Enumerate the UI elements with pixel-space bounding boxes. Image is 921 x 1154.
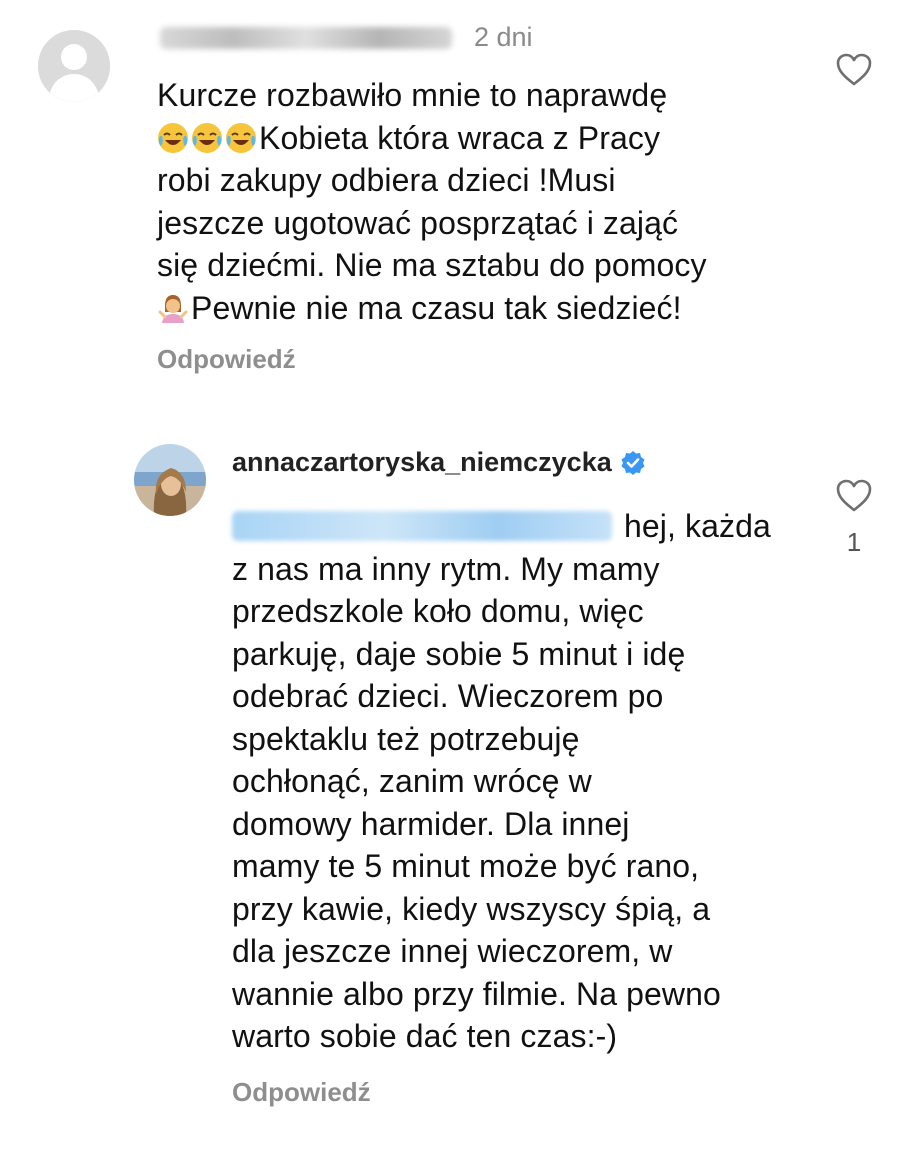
comment-line-text: Kobieta która wraca z Pracy	[259, 119, 661, 156]
comment-line-text: Pewnie nie ma czasu tak siedzieć!	[191, 289, 682, 326]
comment-text: hej, każda z nas ma inny rytm. My mamy p…	[232, 505, 771, 1058]
comment-line: ochłonąć, zanim wrócę w	[232, 763, 592, 799]
comment-line: się dziećmi. Nie ma sztabu do pomocy	[157, 247, 707, 283]
comment-line: wannie albo przy filmie. Na pewno	[232, 975, 721, 1012]
verified-badge-icon	[621, 450, 645, 475]
avatar[interactable]	[134, 444, 206, 516]
comment-line: odebrać dzieci. Wieczorem po	[232, 678, 664, 714]
blurred-mention-link[interactable]	[232, 511, 612, 541]
comment-line-text: hej, każda	[624, 508, 771, 544]
default-avatar-icon	[38, 30, 110, 102]
blurred-username[interactable]	[160, 26, 452, 49]
like-count: 1	[846, 527, 862, 557]
comment-header: annaczartoryska_niemczycka	[232, 447, 646, 478]
reply-button[interactable]: Odpowiedź	[157, 344, 296, 375]
comment-line: z nas ma inny rytm. My mamy	[232, 550, 660, 587]
heart-icon	[836, 479, 872, 512]
heart-icon	[836, 53, 872, 86]
comment-line: Kurcze rozbawiło mnie to naprawdę	[157, 77, 668, 113]
comment-line: mamy te 5 minut może być rano,	[232, 848, 700, 884]
comment-line: jeszcze ugotować posprzątać i zająć	[157, 204, 679, 241]
woman-shrugging-emoji	[158, 294, 188, 323]
comment-line: robi zakupy odbiera dzieci !Musi	[157, 162, 616, 198]
comment-text: Kurcze rozbawiło mnie to naprawdę Kobiet…	[157, 74, 707, 329]
comment-line: spektaklu też potrzebuję	[232, 720, 580, 757]
comment-line-with-emoji: Pewnie nie ma czasu tak siedzieć!	[157, 287, 707, 330]
face-with-tears-of-joy-emoji	[158, 122, 188, 153]
comment-line: przy kawie, kiedy wszyscy śpią, a	[232, 890, 711, 927]
avatar-default[interactable]	[38, 30, 110, 102]
reply-button[interactable]: Odpowiedź	[232, 1077, 371, 1108]
timestamp: 2 dni	[474, 22, 533, 52]
like-button[interactable]: 1	[834, 478, 874, 558]
comment-line-with-emoji: Kobieta która wraca z Pracy	[157, 117, 707, 160]
username[interactable]: annaczartoryska_niemczycka	[232, 447, 612, 478]
user-photo-avatar	[134, 444, 206, 516]
comment-line: domowy harmider. Dla innej	[232, 805, 630, 842]
comment-line: parkuję, daje sobie 5 minut i idę	[232, 635, 686, 672]
like-button[interactable]	[834, 52, 874, 91]
face-with-tears-of-joy-emoji	[226, 122, 256, 153]
comment-line: warto sobie dać ten czas:-)	[232, 1018, 618, 1054]
face-with-tears-of-joy-emoji	[192, 122, 222, 153]
comment-line: przedszkole koło domu, więc	[232, 593, 644, 629]
comment-line-with-mention: hej, każda	[232, 505, 771, 548]
comment-header: 2 dni	[160, 22, 533, 53]
comment-line: dla jeszcze innej wieczorem, w	[232, 933, 673, 969]
